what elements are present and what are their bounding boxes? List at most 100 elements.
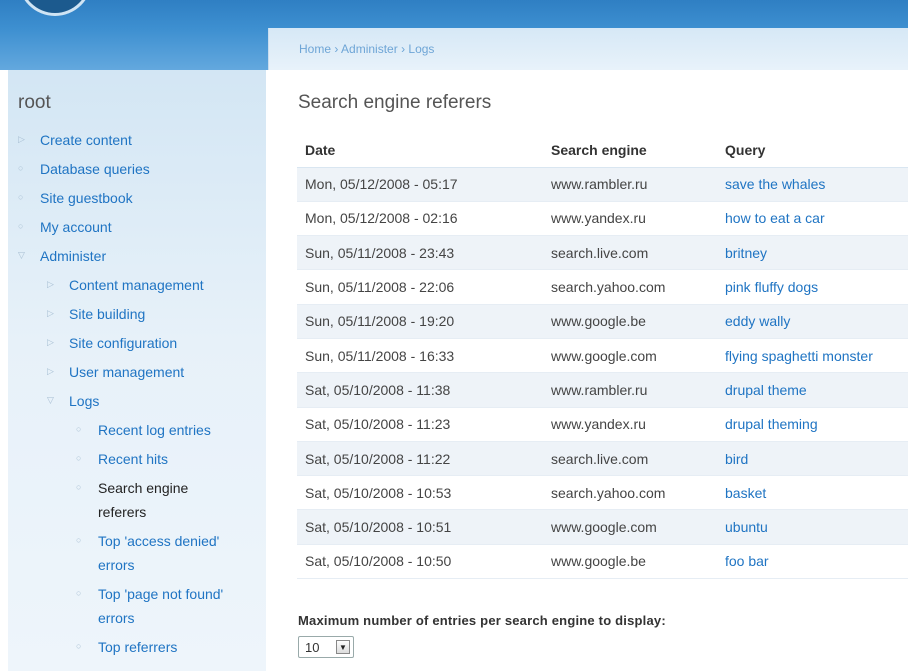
- query-link[interactable]: basket: [717, 475, 908, 511]
- sidebar-item-search-engine-referers[interactable]: ○ Search engine referers: [8, 476, 240, 524]
- sidebar-item-recent-log-entries[interactable]: ○ Recent log entries: [8, 418, 240, 442]
- sidebar-item-logs[interactable]: ▽ Logs: [8, 389, 266, 413]
- sidebar-item-label[interactable]: Create content: [40, 132, 132, 148]
- sidebar-item-label[interactable]: Administer: [40, 248, 106, 264]
- table-row: Sat, 05/10/2008 - 10:51 www.google.com ubu…: [297, 509, 908, 545]
- table-row: Mon, 05/12/2008 - 05:17 www.rambler.ru sav…: [297, 167, 908, 202]
- table-row: Sat, 05/10/2008 - 10:50 www.google.be foo …: [297, 544, 908, 580]
- breadcrumb-separator: ›: [334, 42, 339, 56]
- query-link[interactable]: save the whales: [717, 167, 908, 202]
- collapsed-icon: ▷: [47, 366, 54, 376]
- sidebar-item-label[interactable]: Content management: [69, 277, 204, 293]
- sidebar-item-label[interactable]: Search engine referers: [98, 480, 188, 520]
- collapsed-icon: ▷: [47, 308, 54, 318]
- query-link[interactable]: drupal theme: [717, 372, 908, 408]
- page-title: Search engine referers: [298, 92, 492, 113]
- query-link[interactable]: how to eat a car: [717, 201, 908, 237]
- sidebar-item-label[interactable]: Site building: [69, 306, 145, 322]
- sidebar-item-site-configuration[interactable]: ▷ Site configuration: [8, 331, 266, 355]
- query-link[interactable]: foo bar: [717, 544, 908, 580]
- search-engine-cell: www.yandex.ru: [543, 201, 717, 237]
- query-link[interactable]: ubuntu: [717, 509, 908, 545]
- query-link[interactable]: eddy wally: [717, 304, 908, 339]
- column-header-query[interactable]: Query: [717, 133, 908, 168]
- date-cell: Sat, 05/10/2008 - 11:23: [297, 407, 543, 442]
- bullet-icon: ○: [18, 221, 24, 231]
- sidebar-item-label[interactable]: Recent hits: [98, 451, 168, 467]
- limit-label: Maximum number of entries per search eng…: [298, 613, 666, 628]
- sidebar-item-label[interactable]: Database queries: [40, 161, 150, 177]
- search-engine-cell: www.google.be: [543, 544, 717, 580]
- breadcrumb: Home › Administer › Logs: [299, 42, 434, 56]
- query-link[interactable]: drupal theming: [717, 407, 908, 442]
- sidebar-item-top-referrers[interactable]: ○ Top referrers: [8, 635, 240, 659]
- table-header-row: Date Search engine Query: [297, 133, 908, 168]
- breadcrumb-logs[interactable]: Logs: [408, 42, 434, 56]
- bullet-icon: ○: [76, 535, 82, 545]
- sidebar-item-content-management[interactable]: ▷ Content management: [8, 273, 266, 297]
- date-cell: Mon, 05/12/2008 - 02:16: [297, 201, 543, 237]
- breadcrumb-separator: ›: [401, 42, 406, 56]
- expanded-icon: ▽: [47, 395, 54, 405]
- limit-select[interactable]: 10 ▼: [298, 636, 354, 658]
- sidebar-item-my-account[interactable]: ○ My account: [8, 215, 266, 239]
- sidebar-item-label[interactable]: Top 'page not found' errors: [98, 586, 223, 626]
- sidebar-item-label[interactable]: Recent log entries: [98, 422, 211, 438]
- date-cell: Sat, 05/10/2008 - 11:22: [297, 441, 543, 477]
- sidebar-item-label[interactable]: My account: [40, 219, 112, 235]
- bullet-icon: ○: [18, 192, 24, 202]
- bullet-icon: ○: [76, 482, 82, 492]
- table-row: Sat, 05/10/2008 - 11:38 www.rambler.ru dru…: [297, 372, 908, 408]
- table-row: Sat, 05/10/2008 - 10:53 search.yahoo.com b…: [297, 475, 908, 511]
- sidebar-item-create-content[interactable]: ▷ Create content: [8, 128, 266, 152]
- date-cell: Sat, 05/10/2008 - 11:38: [297, 372, 543, 408]
- breadcrumb-administer[interactable]: Administer: [341, 42, 398, 56]
- date-cell: Mon, 05/12/2008 - 05:17: [297, 167, 543, 202]
- date-cell: Sun, 05/11/2008 - 16:33: [297, 338, 543, 374]
- search-engine-cell: www.google.be: [543, 304, 717, 339]
- collapsed-icon: ▷: [47, 279, 54, 289]
- date-cell: Sat, 05/10/2008 - 10:50: [297, 544, 543, 580]
- column-header-search-engine[interactable]: Search engine: [543, 133, 717, 168]
- query-link[interactable]: pink fluffy dogs: [717, 269, 908, 305]
- sidebar-item-user-management[interactable]: ▷ User management: [8, 360, 266, 384]
- sidebar-item-site-guestbook[interactable]: ○ Site guestbook: [8, 186, 266, 210]
- sidebar-item-label[interactable]: Site configuration: [69, 335, 177, 351]
- chevron-down-icon[interactable]: ▼: [336, 640, 350, 654]
- table-row: Sun, 05/11/2008 - 23:43 search.live.com br…: [297, 235, 908, 271]
- date-cell: Sun, 05/11/2008 - 23:43: [297, 235, 543, 271]
- search-engine-cell: www.google.com: [543, 338, 717, 374]
- sidebar-item-recent-hits[interactable]: ○ Recent hits: [8, 447, 240, 471]
- sidebar-item-top-access-denied-errors[interactable]: ○ Top 'access denied' errors: [8, 529, 240, 577]
- collapsed-icon: ▷: [18, 134, 25, 144]
- bullet-icon: ○: [76, 588, 82, 598]
- table-row: Sat, 05/10/2008 - 11:22 search.live.com bi…: [297, 441, 908, 477]
- sidebar-item-label[interactable]: Logs: [69, 393, 99, 409]
- search-engine-cell: search.live.com: [543, 441, 717, 477]
- search-engine-cell: www.yandex.ru: [543, 407, 717, 442]
- sidebar-username: root: [18, 92, 51, 113]
- bullet-icon: ○: [76, 641, 82, 651]
- query-link[interactable]: flying spaghetti monster: [717, 338, 908, 374]
- sidebar-nav: ▷ Create content ○ Database queries ○ Site gu…: [8, 128, 266, 664]
- query-link[interactable]: britney: [717, 235, 908, 271]
- bullet-icon: ○: [76, 424, 82, 434]
- sidebar-item-label[interactable]: User management: [69, 364, 184, 380]
- expanded-icon: ▽: [18, 250, 25, 260]
- sidebar-item-top-page-not-found-errors[interactable]: ○ Top 'page not found' errors: [8, 582, 240, 630]
- column-header-date[interactable]: Date: [297, 133, 543, 168]
- search-engine-cell: search.yahoo.com: [543, 475, 717, 511]
- sidebar-item-administer[interactable]: ▽ Administer: [8, 244, 266, 268]
- sidebar-item-database-queries[interactable]: ○ Database queries: [8, 157, 266, 181]
- date-cell: Sun, 05/11/2008 - 19:20: [297, 304, 543, 339]
- sidebar-item-site-building[interactable]: ▷ Site building: [8, 302, 266, 326]
- sidebar-item-label[interactable]: Top 'access denied' errors: [98, 533, 219, 573]
- referers-table: Date Search engine Query Mon, 05/12/2008…: [297, 133, 908, 580]
- sidebar-item-label[interactable]: Top referrers: [98, 639, 177, 655]
- site-logo-icon[interactable]: [18, 0, 92, 16]
- query-link[interactable]: bird: [717, 441, 908, 477]
- breadcrumb-home[interactable]: Home: [299, 42, 331, 56]
- breadcrumb-bar: Home › Administer › Logs: [268, 28, 908, 70]
- sidebar-item-label[interactable]: Site guestbook: [40, 190, 133, 206]
- limit-select-value: 10: [305, 640, 320, 655]
